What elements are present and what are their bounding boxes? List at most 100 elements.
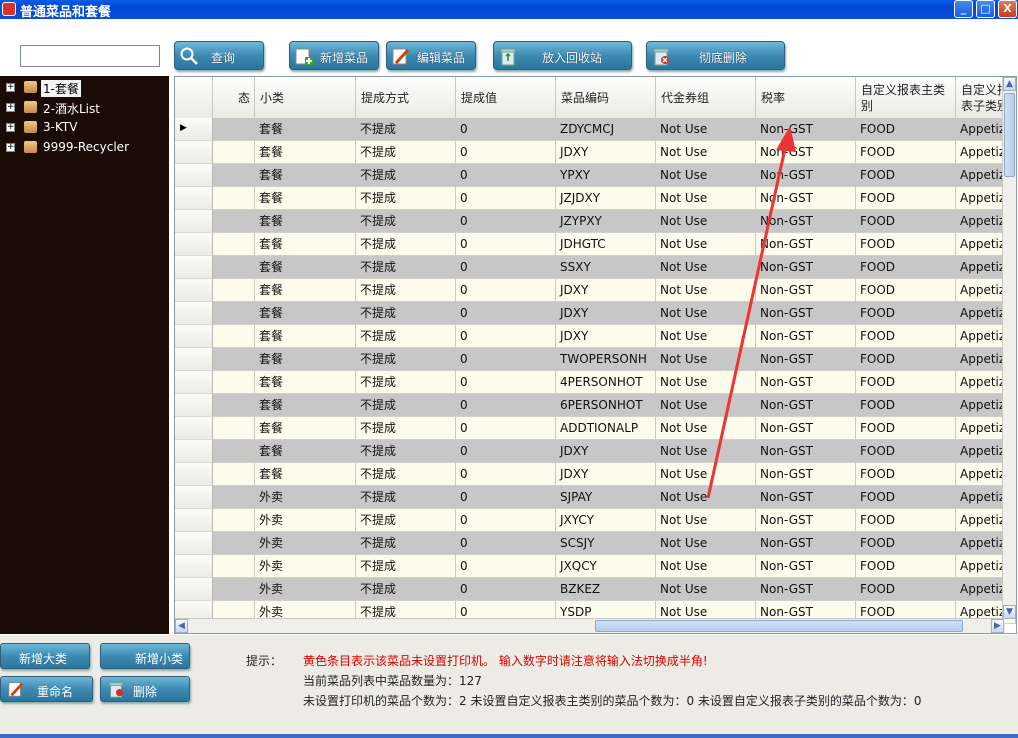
table-cell[interactable]: 0 xyxy=(456,463,556,486)
table-cell[interactable]: 套餐 xyxy=(255,279,356,302)
table-cell[interactable] xyxy=(213,417,255,440)
table-cell[interactable]: SCSJY xyxy=(556,532,656,555)
table-cell[interactable]: JDXY xyxy=(556,302,656,325)
table-row[interactable]: 套餐 不提成 0 JZYPXY Not Use Non-GST FOOD Appetiz xyxy=(213,210,1016,233)
close-button[interactable]: X xyxy=(998,0,1017,18)
table-cell[interactable]: Not Use xyxy=(656,141,756,164)
table-cell[interactable]: TWOPERSONH xyxy=(556,348,656,371)
table-cell[interactable]: 0 xyxy=(456,394,556,417)
table-row[interactable]: 外卖 不提成 0 JXQCY Not Use Non-GST FOOD Appetiz xyxy=(213,555,1016,578)
table-cell[interactable] xyxy=(213,348,255,371)
table-cell[interactable]: FOOD xyxy=(856,509,956,532)
table-cell[interactable]: Not Use xyxy=(656,578,756,601)
table-cell[interactable]: 套餐 xyxy=(255,141,356,164)
recycle-button[interactable]: 放入回收站 xyxy=(493,41,632,70)
vertical-scroll-thumb[interactable] xyxy=(1004,93,1015,177)
table-cell[interactable]: FOOD xyxy=(856,279,956,302)
table-cell[interactable] xyxy=(213,394,255,417)
table-cell[interactable] xyxy=(213,302,255,325)
table-cell[interactable]: 套餐 xyxy=(255,187,356,210)
table-cell[interactable] xyxy=(213,141,255,164)
table-row[interactable]: 套餐 不提成 0 6PERSONHOT Not Use Non-GST FOOD Appeti… xyxy=(213,394,1016,417)
table-cell[interactable]: 不提成 xyxy=(356,141,456,164)
table-cell[interactable]: JDXY xyxy=(556,463,656,486)
table-cell[interactable]: Not Use xyxy=(656,555,756,578)
table-cell[interactable]: Non-GST xyxy=(756,118,856,141)
table-cell[interactable] xyxy=(213,440,255,463)
table-cell[interactable]: Non-GST xyxy=(756,141,856,164)
table-cell[interactable] xyxy=(213,532,255,555)
table-cell[interactable]: Not Use xyxy=(656,118,756,141)
table-row[interactable]: 外卖 不提成 0 BZKEZ Not Use Non-GST FOOD Appetiz xyxy=(213,578,1016,601)
scroll-right-icon[interactable]: ▶ xyxy=(991,619,1004,633)
table-row[interactable]: 套餐 不提成 0 JDXY Not Use Non-GST FOOD Appetiz xyxy=(213,325,1016,348)
row-header[interactable] xyxy=(175,256,213,279)
table-cell[interactable] xyxy=(213,509,255,532)
table-cell[interactable]: 0 xyxy=(456,578,556,601)
column-header[interactable]: 小类 xyxy=(255,77,356,118)
table-cell[interactable]: 0 xyxy=(456,555,556,578)
table-cell[interactable]: 套餐 xyxy=(255,440,356,463)
add-subcategory-button[interactable]: 新增小类 xyxy=(100,643,190,669)
table-cell[interactable]: 不提成 xyxy=(356,509,456,532)
table-cell[interactable]: Not Use xyxy=(656,302,756,325)
table-cell[interactable]: Not Use xyxy=(656,233,756,256)
table-cell[interactable]: Not Use xyxy=(656,210,756,233)
table-cell[interactable]: FOOD xyxy=(856,371,956,394)
table-cell[interactable]: FOOD xyxy=(856,164,956,187)
table-cell[interactable]: 套餐 xyxy=(255,325,356,348)
row-header[interactable] xyxy=(175,187,213,210)
table-cell[interactable]: 套餐 xyxy=(255,371,356,394)
table-cell[interactable]: BZKEZ xyxy=(556,578,656,601)
maximize-button[interactable]: □ xyxy=(976,0,995,18)
table-cell[interactable]: Non-GST xyxy=(756,463,856,486)
table-cell[interactable]: FOOD xyxy=(856,417,956,440)
row-header[interactable] xyxy=(175,371,213,394)
horizontal-scroll-thumb[interactable] xyxy=(595,620,963,632)
table-cell[interactable]: 0 xyxy=(456,440,556,463)
table-cell[interactable]: FOOD xyxy=(856,233,956,256)
table-cell[interactable]: FOOD xyxy=(856,532,956,555)
table-cell[interactable]: 套餐 xyxy=(255,463,356,486)
table-cell[interactable]: Non-GST xyxy=(756,440,856,463)
table-row[interactable]: 套餐 不提成 0 ZDYCMCJ Not Use Non-GST FOOD Appetiz xyxy=(213,118,1016,141)
table-cell[interactable]: FOOD xyxy=(856,302,956,325)
table-row[interactable]: 外卖 不提成 0 SCSJY Not Use Non-GST FOOD Appetiz xyxy=(213,532,1016,555)
table-cell[interactable]: Non-GST xyxy=(756,532,856,555)
table-row[interactable]: 套餐 不提成 0 JDXY Not Use Non-GST FOOD Appetiz xyxy=(213,440,1016,463)
table-cell[interactable]: 外卖 xyxy=(255,509,356,532)
table-cell[interactable]: Not Use xyxy=(656,325,756,348)
table-cell[interactable]: 外卖 xyxy=(255,555,356,578)
table-cell[interactable]: 不提成 xyxy=(356,325,456,348)
row-header[interactable] xyxy=(175,302,213,325)
permanent-delete-button[interactable]: 彻底删除 xyxy=(646,41,785,70)
table-cell[interactable]: Not Use xyxy=(656,394,756,417)
table-cell[interactable]: FOOD xyxy=(856,325,956,348)
table-cell[interactable] xyxy=(213,187,255,210)
table-cell[interactable]: FOOD xyxy=(856,578,956,601)
table-cell[interactable]: 0 xyxy=(456,141,556,164)
table-cell[interactable]: 套餐 xyxy=(255,210,356,233)
table-cell[interactable]: 0 xyxy=(456,187,556,210)
table-cell[interactable]: Non-GST xyxy=(756,486,856,509)
table-cell[interactable]: 0 xyxy=(456,210,556,233)
table-cell[interactable]: Non-GST xyxy=(756,417,856,440)
table-cell[interactable]: 不提成 xyxy=(356,187,456,210)
table-row[interactable]: 套餐 不提成 0 JDHGTC Not Use Non-GST FOOD Appetiz xyxy=(213,233,1016,256)
table-cell[interactable] xyxy=(213,555,255,578)
table-cell[interactable]: 不提成 xyxy=(356,440,456,463)
table-cell[interactable]: JZYPXY xyxy=(556,210,656,233)
add-category-button[interactable]: 新增大类 xyxy=(0,643,90,669)
table-cell[interactable]: 不提成 xyxy=(356,233,456,256)
table-row[interactable]: 套餐 不提成 0 4PERSONHOT Not Use Non-GST FOOD Appeti… xyxy=(213,371,1016,394)
table-cell[interactable]: 套餐 xyxy=(255,394,356,417)
table-cell[interactable]: Not Use xyxy=(656,532,756,555)
table-cell[interactable]: 不提成 xyxy=(356,486,456,509)
table-cell[interactable]: 0 xyxy=(456,279,556,302)
table-cell[interactable]: 不提成 xyxy=(356,555,456,578)
table-cell[interactable]: SSXY xyxy=(556,256,656,279)
table-cell[interactable]: JDHGTC xyxy=(556,233,656,256)
table-cell[interactable]: Not Use xyxy=(656,371,756,394)
table-cell[interactable]: Not Use xyxy=(656,187,756,210)
table-cell[interactable]: Non-GST xyxy=(756,233,856,256)
